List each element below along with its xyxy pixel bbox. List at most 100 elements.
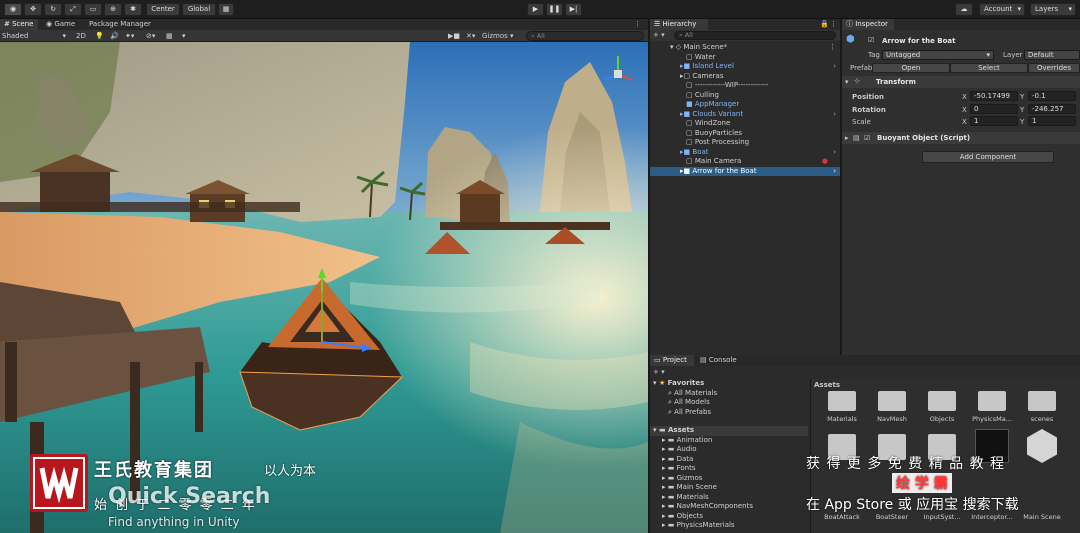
asset-folder-tile[interactable]: scenes xyxy=(1021,391,1063,423)
pause-button[interactable]: ❚❚ xyxy=(546,3,563,16)
asset-folder-item[interactable]: ▸ ▬ PhysicsMaterials xyxy=(650,521,808,531)
asset-scene-tile[interactable]: Main Scene xyxy=(1021,513,1063,521)
lighting-toggle-icon[interactable]: 💡 xyxy=(95,31,105,42)
tab-package-manager[interactable]: Package Manager xyxy=(86,19,156,30)
asset-folder-tile[interactable]: Objects xyxy=(921,391,963,423)
chevron-right-icon[interactable]: › xyxy=(833,148,836,158)
hierarchy-item[interactable]: ■ AppManager xyxy=(650,100,840,110)
hierarchy-item[interactable]: ▢ ------------WIP------------ xyxy=(650,81,840,91)
hierarchy-item[interactable]: ▢ Water xyxy=(650,53,840,63)
hierarchy-item[interactable]: ▸▢ Cameras xyxy=(650,72,840,82)
add-component-button[interactable]: Add Component xyxy=(922,151,1054,163)
asset-folder-item[interactable]: ▸ ▬ Main Scene xyxy=(650,483,808,493)
hierarchy-item[interactable]: ▢ Culling xyxy=(650,91,840,101)
transform-tool-button[interactable]: ⊕ xyxy=(104,3,122,16)
favorites-item[interactable]: ⌕ All Prefabs xyxy=(650,408,808,418)
play-button[interactable]: ▶ xyxy=(527,3,544,16)
panel-menu-icon[interactable]: ⋮ xyxy=(634,19,646,30)
favorites-item[interactable]: ⌕ All Models xyxy=(650,398,808,408)
active-checkbox[interactable]: ☑ xyxy=(868,36,874,44)
scene-extra-dropdown-icon[interactable]: ▾ xyxy=(182,31,192,42)
audio-toggle-icon[interactable]: 🔊 xyxy=(110,31,120,42)
camera-settings-icon[interactable]: ▶■ xyxy=(448,31,460,42)
asset-folder-tile[interactable]: Materials xyxy=(821,391,863,423)
view-tool-button[interactable]: ◉ xyxy=(4,3,22,16)
2d-toggle[interactable]: 2D xyxy=(76,31,90,42)
scale-y-field[interactable]: 1 xyxy=(1028,116,1076,126)
asset-folder-item[interactable]: ▸ ▬ Data xyxy=(650,455,808,465)
shading-mode-dropdown[interactable]: Shaded ▾ xyxy=(2,31,68,42)
hierarchy-item[interactable]: ▢ Main Camera ● xyxy=(650,157,840,167)
step-button[interactable]: ▶| xyxy=(565,3,582,16)
pivot-global-button[interactable]: Global xyxy=(182,3,216,16)
tab-inspector[interactable]: ⓘ Inspector xyxy=(842,19,894,30)
hierarchy-item-selected[interactable]: ▸■ Arrow for the Boat › xyxy=(650,166,840,177)
scene-search-input[interactable]: ⌕ All xyxy=(526,31,644,41)
position-y-field[interactable]: -0.1 xyxy=(1028,91,1076,101)
add-object-icon[interactable]: + ▾ xyxy=(653,30,665,41)
account-dropdown[interactable]: Account ▾ xyxy=(979,3,1025,16)
tab-scene[interactable]: # Scene xyxy=(0,19,38,30)
chevron-right-icon[interactable]: › xyxy=(833,62,836,72)
gizmos-dropdown[interactable]: Gizmos ▾ xyxy=(482,31,520,42)
scale-tool-button[interactable]: ⤢ xyxy=(64,3,82,16)
asset-folder-item[interactable]: ▸ ▬ NavMeshComponents xyxy=(650,502,808,512)
hidden-objects-icon[interactable]: ⊘▾ xyxy=(146,31,162,42)
tag-dropdown[interactable]: Untagged ▾ xyxy=(882,50,994,60)
scale-x-field[interactable]: 1 xyxy=(970,116,1018,126)
prefab-select-button[interactable]: Select xyxy=(950,63,1028,73)
object-name-field[interactable]: Arrow for the Boat xyxy=(882,37,956,45)
asset-script-tile[interactable]: BoatAttack xyxy=(821,513,863,521)
script-component-header[interactable]: ▸ ▤ ☑ Buoyant Object (Script) xyxy=(842,132,1080,144)
asset-script-tile[interactable]: Interceptor... xyxy=(971,513,1013,521)
chevron-right-icon[interactable]: › xyxy=(833,110,836,120)
move-tool-button[interactable]: ✥ xyxy=(24,3,42,16)
cloud-button[interactable]: ☁ xyxy=(955,3,973,16)
rotate-tool-button[interactable]: ↻ xyxy=(44,3,62,16)
hierarchy-item[interactable]: ▸■ Island Level › xyxy=(650,62,840,72)
effects-toggle-icon[interactable]: ✦▾ xyxy=(125,31,141,42)
scene-menu-icon[interactable]: ⋮ xyxy=(829,43,836,53)
hierarchy-search-input[interactable]: ⌕ All xyxy=(674,31,836,40)
prefab-open-button[interactable]: Open xyxy=(872,63,950,73)
tab-project[interactable]: ▭ Project xyxy=(650,355,694,366)
asset-folder-item[interactable]: ▸ ▬ Fonts xyxy=(650,464,808,474)
hierarchy-item[interactable]: ▢ WindZone xyxy=(650,119,840,129)
grid-snap-button[interactable]: ▦ xyxy=(218,3,234,16)
favorites-header[interactable]: ▾ ★ Favorites xyxy=(650,379,808,389)
tab-console[interactable]: ▤ Console xyxy=(696,355,742,366)
chevron-right-icon[interactable]: › xyxy=(833,167,836,177)
scene-root-item[interactable]: ▾ ◇ Main Scene* ⋮ xyxy=(650,43,840,53)
rotation-y-field[interactable]: -246.257 xyxy=(1028,104,1076,114)
position-x-field[interactable]: -50.17499 xyxy=(970,91,1018,101)
grid-toggle-icon[interactable]: ▦ xyxy=(166,31,178,42)
tools-icon[interactable]: ✕▾ xyxy=(466,31,478,42)
hierarchy-item[interactable]: ▢ Post Processing xyxy=(650,138,840,148)
asset-folder-item[interactable]: ▸ ▬ Gizmos xyxy=(650,474,808,484)
asset-script-tile[interactable]: BoatSteer xyxy=(871,513,913,521)
assets-header[interactable]: ▾ ▬ Assets xyxy=(650,426,808,436)
custom-tool-button[interactable]: ✱ xyxy=(124,3,142,16)
layer-dropdown[interactable]: Default xyxy=(1024,50,1080,60)
lock-icon[interactable]: 🔒 xyxy=(820,19,829,30)
rotation-x-field[interactable]: 0 xyxy=(970,104,1018,114)
hierarchy-item[interactable]: ▢ BuoyParticles xyxy=(650,129,840,139)
asset-folder-item[interactable]: ▸ ▬ Materials xyxy=(650,493,808,503)
layers-dropdown[interactable]: Layers ▾ xyxy=(1030,3,1076,16)
asset-folder-tile[interactable]: PhysicsMa... xyxy=(971,391,1013,423)
pivot-center-button[interactable]: Center xyxy=(146,3,180,16)
hierarchy-item[interactable]: ▸■ Boat › xyxy=(650,148,840,158)
asset-prefab-tile[interactable] xyxy=(1021,429,1063,463)
tab-hierarchy[interactable]: ☰ Hierarchy xyxy=(650,19,708,30)
component-enabled-checkbox[interactable]: ☑ xyxy=(864,134,870,142)
asset-folder-item[interactable]: ▸ ▬ Animation xyxy=(650,436,808,446)
tab-game[interactable]: ◉ Game xyxy=(42,19,82,30)
rect-tool-button[interactable]: ▭ xyxy=(84,3,102,16)
asset-folder-item[interactable]: ▸ ▬ Audio xyxy=(650,445,808,455)
asset-folder-tile[interactable]: NavMesh xyxy=(871,391,913,423)
asset-script-tile[interactable]: InputSyst... xyxy=(921,513,963,521)
asset-folder-item[interactable]: ▸ ▬ Objects xyxy=(650,512,808,522)
favorites-item[interactable]: ⌕ All Materials xyxy=(650,389,808,399)
panel-menu-icon[interactable]: ⋮ xyxy=(830,19,838,30)
transform-header[interactable]: ▾ ⊹ Transform xyxy=(842,76,1080,88)
